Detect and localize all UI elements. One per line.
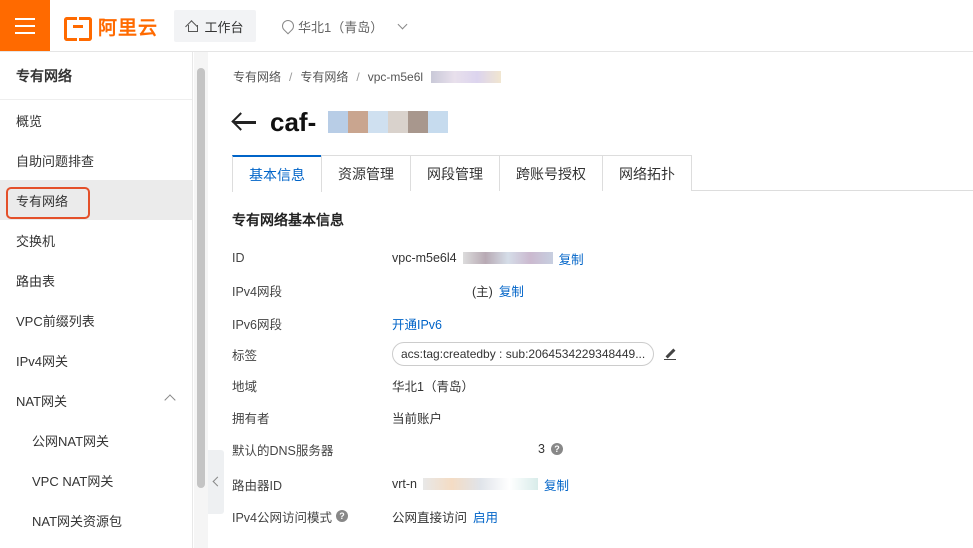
help-icon[interactable]: ? bbox=[550, 443, 563, 455]
tag-chip[interactable]: acs:tag:createdby : sub:2064534229348449… bbox=[392, 342, 655, 366]
redacted-title bbox=[328, 111, 449, 133]
detail-row-region: 地域 华北1（青岛） bbox=[232, 375, 474, 395]
back-arrow-icon[interactable] bbox=[232, 112, 258, 132]
logo-text: 阿里云 bbox=[98, 17, 159, 39]
detail-label: 默认的DNS服务器 bbox=[232, 443, 334, 458]
aliyun-logo-icon bbox=[64, 17, 92, 41]
detail-label: ID bbox=[232, 251, 245, 265]
section-title: 专有网络基本信息 bbox=[232, 212, 344, 228]
redacted-text bbox=[423, 478, 538, 490]
breadcrumb-separator: / bbox=[356, 69, 360, 84]
tab-resource-management[interactable]: 资源管理 bbox=[321, 155, 411, 191]
breadcrumb-separator: / bbox=[289, 69, 293, 84]
breadcrumb-item[interactable]: 专有网络 bbox=[300, 68, 348, 85]
sidebar-item-label: NAT网关资源包 bbox=[32, 513, 123, 529]
sidebar-title: 专有网络 bbox=[0, 52, 192, 100]
sidebar-item-nat-package[interactable]: NAT网关资源包 bbox=[0, 500, 192, 540]
detail-label: 路由器ID bbox=[232, 478, 283, 493]
sidebar-item-vpc[interactable]: 专有网络 bbox=[0, 180, 192, 220]
sidebar-item-label: 交换机 bbox=[16, 233, 56, 249]
sidebar-item-label: VPC前缀列表 bbox=[16, 313, 95, 329]
detail-label: 标签 bbox=[232, 348, 258, 363]
detail-label: 拥有者 bbox=[232, 411, 270, 426]
sidebar-item-route-table[interactable]: 路由表 bbox=[0, 260, 192, 300]
sidebar-item-prefix-list[interactable]: VPC前缀列表 bbox=[0, 300, 192, 340]
sidebar-item-overview[interactable]: 概览 bbox=[0, 100, 192, 140]
vpc-id-value: vpc-m5e6l4 bbox=[392, 251, 457, 265]
sidebar-item-label: 自助问题排查 bbox=[16, 153, 95, 169]
sidebar-item-label: VPC NAT网关 bbox=[32, 473, 114, 489]
router-id-value: vrt-n bbox=[392, 477, 417, 491]
top-bar: 阿里云 工作台 华北1（青岛） bbox=[0, 0, 973, 52]
sidebar-item-label: NAT网关 bbox=[16, 393, 68, 409]
copy-router-id-button[interactable]: 复制 bbox=[544, 475, 569, 494]
detail-row-ipv4-access: IPv4公网访问模式 ? 公网直接访问 启用 bbox=[232, 506, 498, 526]
chevron-up-icon bbox=[164, 394, 176, 406]
copy-id-button[interactable]: 复制 bbox=[559, 249, 584, 268]
highlight-box bbox=[6, 187, 90, 219]
chevron-down-icon bbox=[397, 19, 408, 30]
detail-row-tags: 标签 acs:tag:createdby : sub:2064534229348… bbox=[232, 342, 677, 366]
sidebar-item-vswitch[interactable]: 交换机 bbox=[0, 220, 192, 260]
detail-label: IPv6网段 bbox=[232, 317, 283, 332]
owner-value: 当前账户 bbox=[392, 411, 443, 426]
detail-row-ipv4: IPv4网段 (主) 复制 bbox=[232, 280, 524, 300]
location-pin-icon bbox=[282, 20, 292, 33]
sidebar-item-self-troubleshoot[interactable]: 自助问题排查 bbox=[0, 140, 192, 180]
ipv4-access-value: 公网直接访问 bbox=[392, 510, 468, 525]
copy-ipv4-button[interactable]: 复制 bbox=[499, 281, 524, 300]
edit-icon[interactable] bbox=[664, 348, 677, 361]
detail-row-owner: 拥有者 当前账户 bbox=[232, 407, 442, 427]
page-title: caf- bbox=[270, 106, 317, 137]
detail-label: IPv4公网访问模式 bbox=[232, 510, 333, 525]
detail-label: IPv4网段 bbox=[232, 284, 283, 299]
sidebar-item-public-nat[interactable]: 公网NAT网关 bbox=[0, 420, 192, 460]
tab-basic-info[interactable]: 基本信息 bbox=[232, 155, 322, 192]
tab-cidr-management[interactable]: 网段管理 bbox=[410, 155, 500, 191]
sidebar-item-label: 路由表 bbox=[16, 273, 56, 289]
sidebar-item-ipv4-gateway[interactable]: IPv4网关 bbox=[0, 340, 192, 380]
redacted-text bbox=[431, 70, 502, 83]
detail-row-id: ID vpc-m5e6l4 复制 bbox=[232, 248, 584, 268]
sidebar-item-vpc-nat[interactable]: VPC NAT网关 bbox=[0, 460, 192, 500]
breadcrumb-item: vpc-m5e6l bbox=[367, 69, 424, 84]
help-icon[interactable]: ? bbox=[336, 510, 349, 522]
breadcrumb-item[interactable]: 专有网络 bbox=[233, 68, 281, 85]
tab-bar: 基本信息 资源管理 网段管理 跨账号授权 网络拓扑 bbox=[232, 155, 973, 192]
ipv4-primary-tag: (主) bbox=[472, 284, 493, 299]
sidebar-scrollbar[interactable] bbox=[197, 68, 205, 488]
detail-row-router: 路由器ID vrt-n 复制 bbox=[232, 474, 569, 494]
enable-ipv4-access-link[interactable]: 启用 bbox=[473, 507, 498, 526]
workbench-label: 工作台 bbox=[204, 19, 244, 35]
region-selector[interactable]: 华北1（青岛） bbox=[282, 17, 408, 36]
breadcrumb: 专有网络 / 专有网络 / vpc-m5e6l bbox=[233, 68, 502, 85]
sidebar-item-nat-gateway[interactable]: NAT网关 bbox=[0, 380, 192, 420]
tab-cross-account[interactable]: 跨账号授权 bbox=[499, 155, 603, 191]
menu-icon[interactable] bbox=[0, 0, 50, 51]
sidebar-item-label: 概览 bbox=[16, 113, 43, 129]
tab-topology[interactable]: 网络拓扑 bbox=[602, 155, 692, 191]
workbench-button[interactable]: 工作台 bbox=[174, 10, 256, 42]
sidebar: 专有网络 概览 自助问题排查 专有网络 交换机 路由表 VPC前缀列表 IPv4… bbox=[0, 52, 193, 548]
detail-label: 地域 bbox=[232, 379, 258, 394]
sidebar-item-label: 公网NAT网关 bbox=[32, 433, 110, 449]
sidebar-collapse-handle[interactable] bbox=[208, 450, 224, 514]
region-label: 华北1（青岛） bbox=[298, 20, 384, 35]
page-title-row: caf- bbox=[232, 102, 449, 142]
home-icon bbox=[186, 20, 199, 32]
sidebar-item-label: IPv4网关 bbox=[16, 353, 69, 369]
region-value: 华北1（青岛） bbox=[392, 379, 474, 394]
detail-row-dns: 默认的DNS服务器 3 ? bbox=[232, 439, 563, 459]
dns-value: 3 bbox=[538, 442, 545, 456]
enable-ipv6-link[interactable]: 开通IPv6 bbox=[392, 314, 442, 333]
detail-row-ipv6: IPv6网段 开通IPv6 bbox=[232, 313, 442, 333]
redacted-text bbox=[462, 252, 553, 264]
logo[interactable]: 阿里云 bbox=[64, 14, 159, 41]
